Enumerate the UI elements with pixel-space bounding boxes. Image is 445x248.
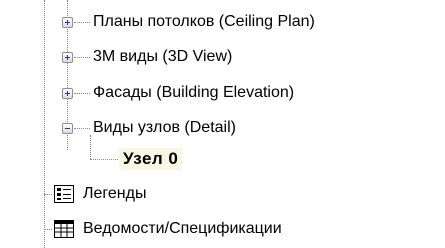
collapse-toggle-detail[interactable] (62, 123, 73, 134)
expand-toggle-building-elevation[interactable] (62, 88, 73, 99)
tree-connector-line (74, 93, 90, 94)
tree-connector-line (74, 128, 90, 129)
tree-item-selected-detail[interactable]: Узел 0 (119, 148, 183, 170)
tree-item-legends[interactable]: Легенды (83, 184, 146, 204)
tree-item-schedules[interactable]: Ведомости/Спецификации (83, 219, 282, 239)
tree-connector-line (44, 194, 52, 195)
tree-connector-line (74, 57, 90, 58)
tree-connector-line (90, 135, 91, 159)
tree-connector-line (90, 159, 118, 160)
legend-icon (54, 185, 74, 203)
expand-toggle-ceiling-plan[interactable] (62, 17, 73, 28)
tree-connector-line (44, 229, 52, 230)
schedule-icon (54, 220, 74, 238)
tree-item-3d-view[interactable]: 3М виды (3D View) (93, 47, 232, 67)
tree-item-building-elevation[interactable]: Фасады (Building Elevation) (93, 83, 294, 103)
tree-item-ceiling-plan[interactable]: Планы потолков (Ceiling Plan) (93, 12, 315, 32)
tree-item-detail[interactable]: Виды узлов (Detail) (93, 118, 236, 138)
expand-toggle-3d-view[interactable] (62, 52, 73, 63)
tree-connector-line (74, 22, 90, 23)
tree-connector-line (44, 0, 45, 248)
